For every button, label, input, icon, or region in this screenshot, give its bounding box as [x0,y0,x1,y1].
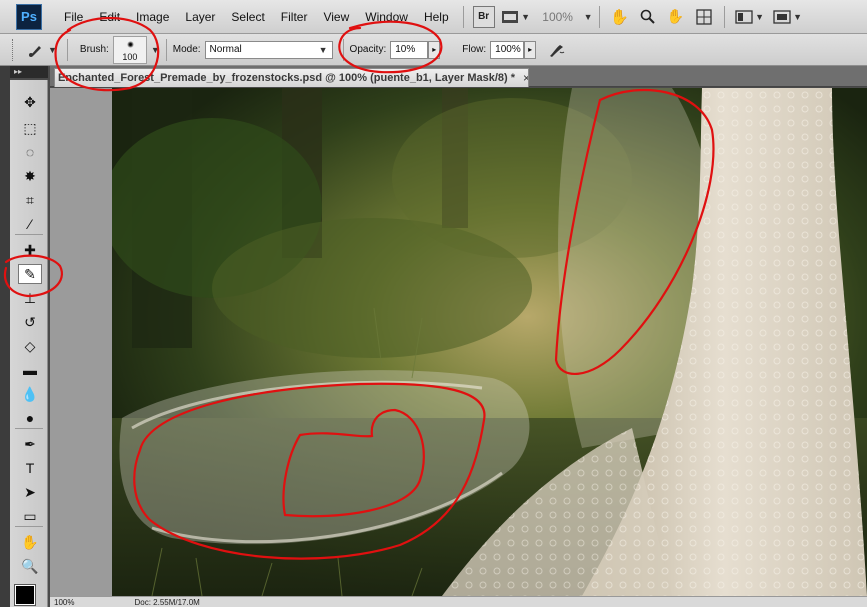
document-tab[interactable]: Enchanted_Forest_Premade_by_frozenstocks… [54,68,529,87]
menu-file[interactable]: File [56,0,91,34]
healing-brush-tool-icon[interactable]: ✚ [18,240,42,260]
film-strip-icon[interactable]: ▼ [501,6,531,28]
mode-dropdown-arrow-icon: ▼ [318,44,328,55]
menu-select[interactable]: Select [223,0,272,34]
menu-bar: Ps File Edit Image Layer Select Filter View Win… [0,0,867,34]
brush-label: Brush: [79,44,109,55]
status-doc-size[interactable]: Doc: 2.55M/17.0M [134,598,199,607]
status-zoom[interactable]: 100% [54,598,74,607]
hand-icon[interactable]: ✋ [609,6,631,28]
photoshop-window: Ps File Edit Image Layer Select Filter View Win… [0,0,867,607]
foreground-color-swatch[interactable] [14,584,36,606]
toolbox: ✥ ⬚ ◌ ✸ ⌗ ⁄ ✚ ✎ ⊥ ↺ ◇ ▬ 💧 ● ✒ T ➤ ▭ ✋ 🔍 [10,80,48,607]
brush-tool-icon[interactable]: ✎ [18,264,42,284]
opacity-field[interactable]: 10% [390,40,429,59]
menu-help[interactable]: Help [416,0,457,34]
flow-field[interactable]: 100% [490,40,525,59]
pressure-opacity-icon[interactable] [444,41,462,59]
menu-filter[interactable]: Filter [273,0,316,34]
toolbox-separator [15,428,43,429]
move-tool-icon[interactable]: ✥ [18,92,42,112]
separator [462,5,464,28]
mode-label: Mode: [172,44,201,55]
clone-stamp-tool-icon[interactable]: ⊥ [18,288,42,308]
type-tool-icon[interactable]: T [18,458,42,478]
tool-options-bar: ▼ Brush: 100 ▼ Mode: Normal ▼ Opacity: 1… [0,34,867,66]
path-selection-tool-icon[interactable]: ➤ [18,482,42,502]
arrange-documents-icon[interactable]: ▼ [734,6,766,28]
menu-layer[interactable]: Layer [177,0,223,34]
preset-dropdown-arrow-icon: ▼ [48,44,57,55]
document-tab-strip: Enchanted_Forest_Premade_by_frozenstocks… [50,66,867,87]
toolbox-collapse-grip[interactable]: ▸▸ [10,66,48,78]
zoom-level-dropdown[interactable]: 100% [537,6,579,28]
menu-items: File Edit Image Layer Select Filter View Window… [56,0,457,34]
brush-size-value: 100 [122,51,138,62]
close-tab-icon[interactable]: × [523,71,528,85]
marquee-tool-icon[interactable]: ⬚ [18,118,42,138]
eraser-tool-icon[interactable]: ◇ [18,336,42,356]
brush-picker[interactable]: 100 [112,35,147,64]
blur-tool-icon[interactable]: 💧 [18,384,42,404]
brush-preset-icon [29,45,41,57]
rotate-view-icon[interactable]: ✋ [665,6,687,28]
separator [165,38,167,61]
flow-slider-arrow-icon[interactable]: ▸ [524,40,537,59]
menu-window[interactable]: Window [357,0,416,34]
separator [342,38,344,61]
toolbox-separator [15,526,43,527]
hand-tool-icon[interactable]: ✋ [18,532,42,552]
eyedropper-tool-icon[interactable]: ⁄ [18,214,42,234]
document-canvas-area[interactable] [50,88,867,596]
crop-tool-icon[interactable]: ⌗ [18,190,42,210]
history-brush-tool-icon[interactable]: ↺ [18,312,42,332]
pen-tool-icon[interactable]: ✒ [18,434,42,454]
tool-preset-picker[interactable]: ▼ [28,42,57,58]
shape-tool-icon[interactable]: ▭ [18,506,42,526]
photoshop-logo: Ps [16,3,42,30]
screen-mode-icon[interactable]: ▼ [772,6,804,28]
status-bar: 100% Doc: 2.55M/17.0M [50,596,867,607]
separator [723,5,725,28]
brush-tip-preview [126,40,134,48]
zoom-dropdown-arrow-icon[interactable]: ▼ [584,12,593,22]
brush-dropdown-arrow-icon[interactable]: ▼ [151,45,160,55]
menu-view[interactable]: View [315,0,357,34]
forest-bride-image [112,88,867,596]
opacity-label: Opacity: [349,44,387,55]
mode-value: Normal [209,44,242,55]
lasso-tool-icon[interactable]: ◌ [18,142,42,162]
menu-edit[interactable]: Edit [91,0,128,34]
gradient-tool-icon[interactable]: ▬ [18,360,42,380]
zoom-tool-icon[interactable]: 🔍 [18,556,42,576]
separator [598,5,600,28]
bridge-button[interactable]: Br [472,5,495,28]
menu-image[interactable]: Image [128,0,177,34]
magic-wand-tool-icon[interactable]: ✸ [18,166,42,186]
airbrush-icon[interactable] [546,40,568,60]
grid-icon[interactable] [693,6,715,28]
opacity-slider-arrow-icon[interactable]: ▸ [428,40,441,59]
separator [66,38,68,61]
document-tab-title: Enchanted_Forest_Premade_by_frozenstocks… [58,72,516,84]
dodge-tool-icon[interactable]: ● [18,408,42,428]
mode-select[interactable]: Normal ▼ [204,40,333,59]
toolbox-separator [15,234,43,235]
pasteboard [50,88,112,596]
document-image[interactable] [112,88,867,596]
options-grip[interactable] [12,38,14,61]
flow-label: Flow: [462,44,487,55]
zoom-icon[interactable] [637,6,659,28]
panel-dock-edge [0,66,10,607]
